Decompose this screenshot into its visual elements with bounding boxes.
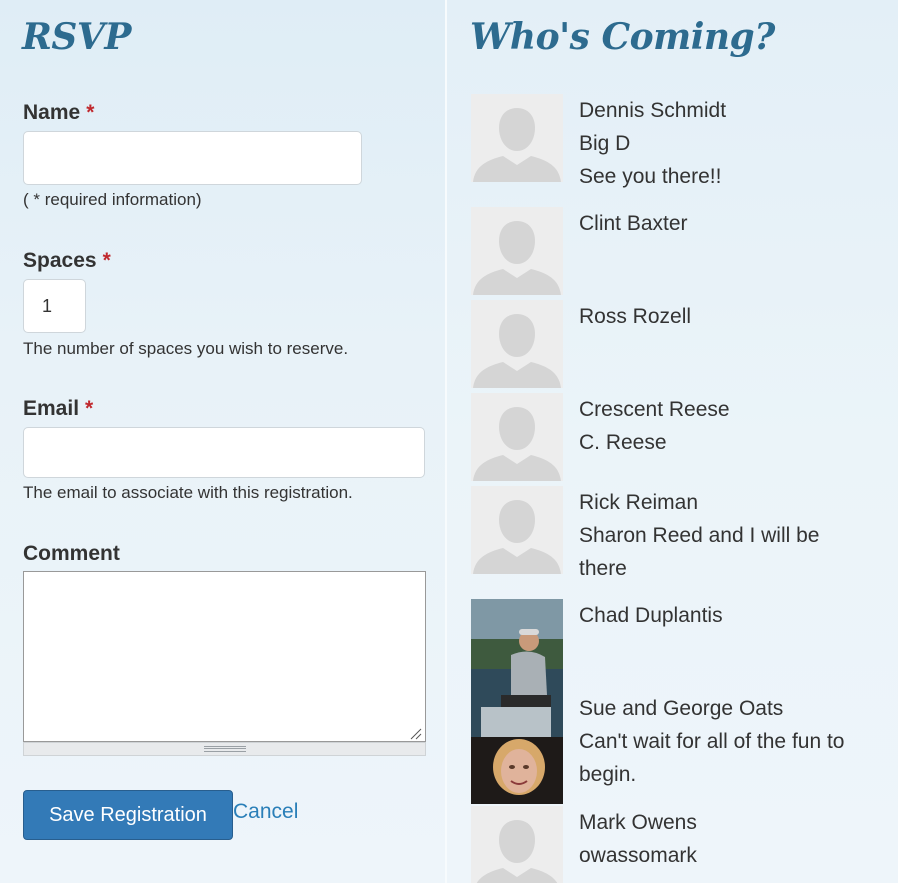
photo-man-on-boat-icon <box>471 599 563 737</box>
attendee-note: there <box>579 557 627 580</box>
email-label: Email * <box>23 397 93 421</box>
whos-coming-heading: Who's Coming? <box>470 16 775 58</box>
default-avatar-icon <box>471 94 563 182</box>
name-label: Name * <box>23 101 94 125</box>
attendee-name: Rick Reiman <box>579 491 699 514</box>
rsvp-heading: RSVP <box>22 16 131 58</box>
spaces-help: The number of spaces you wish to reserve… <box>23 339 349 358</box>
photo-woman-portrait-icon <box>471 737 563 804</box>
spaces-input[interactable] <box>23 279 86 333</box>
attendee-name: Crescent Reese <box>579 398 730 421</box>
comment-label: Comment <box>23 542 120 566</box>
required-info-note: ( * required information) <box>23 190 202 209</box>
attendee-name: Dennis Schmidt <box>579 99 727 122</box>
name-input[interactable] <box>23 131 362 185</box>
default-avatar-icon <box>471 806 563 883</box>
cancel-link[interactable]: Cancel <box>233 800 298 824</box>
default-avatar-icon <box>471 300 563 388</box>
spaces-label-text: Spaces <box>23 249 97 272</box>
attendee-note: Can't wait for all of the fun to <box>579 730 845 753</box>
email-help: The email to associate with this registr… <box>23 483 353 502</box>
attendee-note: owassomark <box>579 844 697 867</box>
textarea-resize-bar[interactable] <box>23 742 426 756</box>
attendee-note: Big D <box>579 132 631 155</box>
required-mark: * <box>85 397 94 420</box>
attendee-note: See you there!! <box>579 165 722 188</box>
attendee-name: Sue and George Oats <box>579 697 784 720</box>
attendee-note: C. Reese <box>579 431 667 454</box>
email-label-text: Email <box>23 397 80 420</box>
required-mark: * <box>102 249 111 272</box>
attendee-name: Ross Rozell <box>579 305 692 328</box>
save-registration-button[interactable]: Save Registration <box>23 790 233 840</box>
attendee-name: Chad Duplantis <box>579 604 723 627</box>
name-label-text: Name <box>23 101 81 124</box>
default-avatar-icon <box>471 207 563 295</box>
comment-textarea[interactable] <box>23 571 426 742</box>
attendee-name: Mark Owens <box>579 811 697 834</box>
spaces-label: Spaces * <box>23 249 111 273</box>
attendee-name: Clint Baxter <box>579 212 688 235</box>
required-mark: * <box>86 101 95 124</box>
email-input[interactable] <box>23 427 425 478</box>
comment-label-text: Comment <box>23 542 120 565</box>
resize-handle-icon[interactable] <box>408 726 422 740</box>
default-avatar-icon <box>471 393 563 481</box>
grip-icon <box>204 746 246 752</box>
default-avatar-icon <box>471 486 563 574</box>
attendee-note: Sharon Reed and I will be <box>579 524 820 547</box>
attendee-note: begin. <box>579 763 637 786</box>
